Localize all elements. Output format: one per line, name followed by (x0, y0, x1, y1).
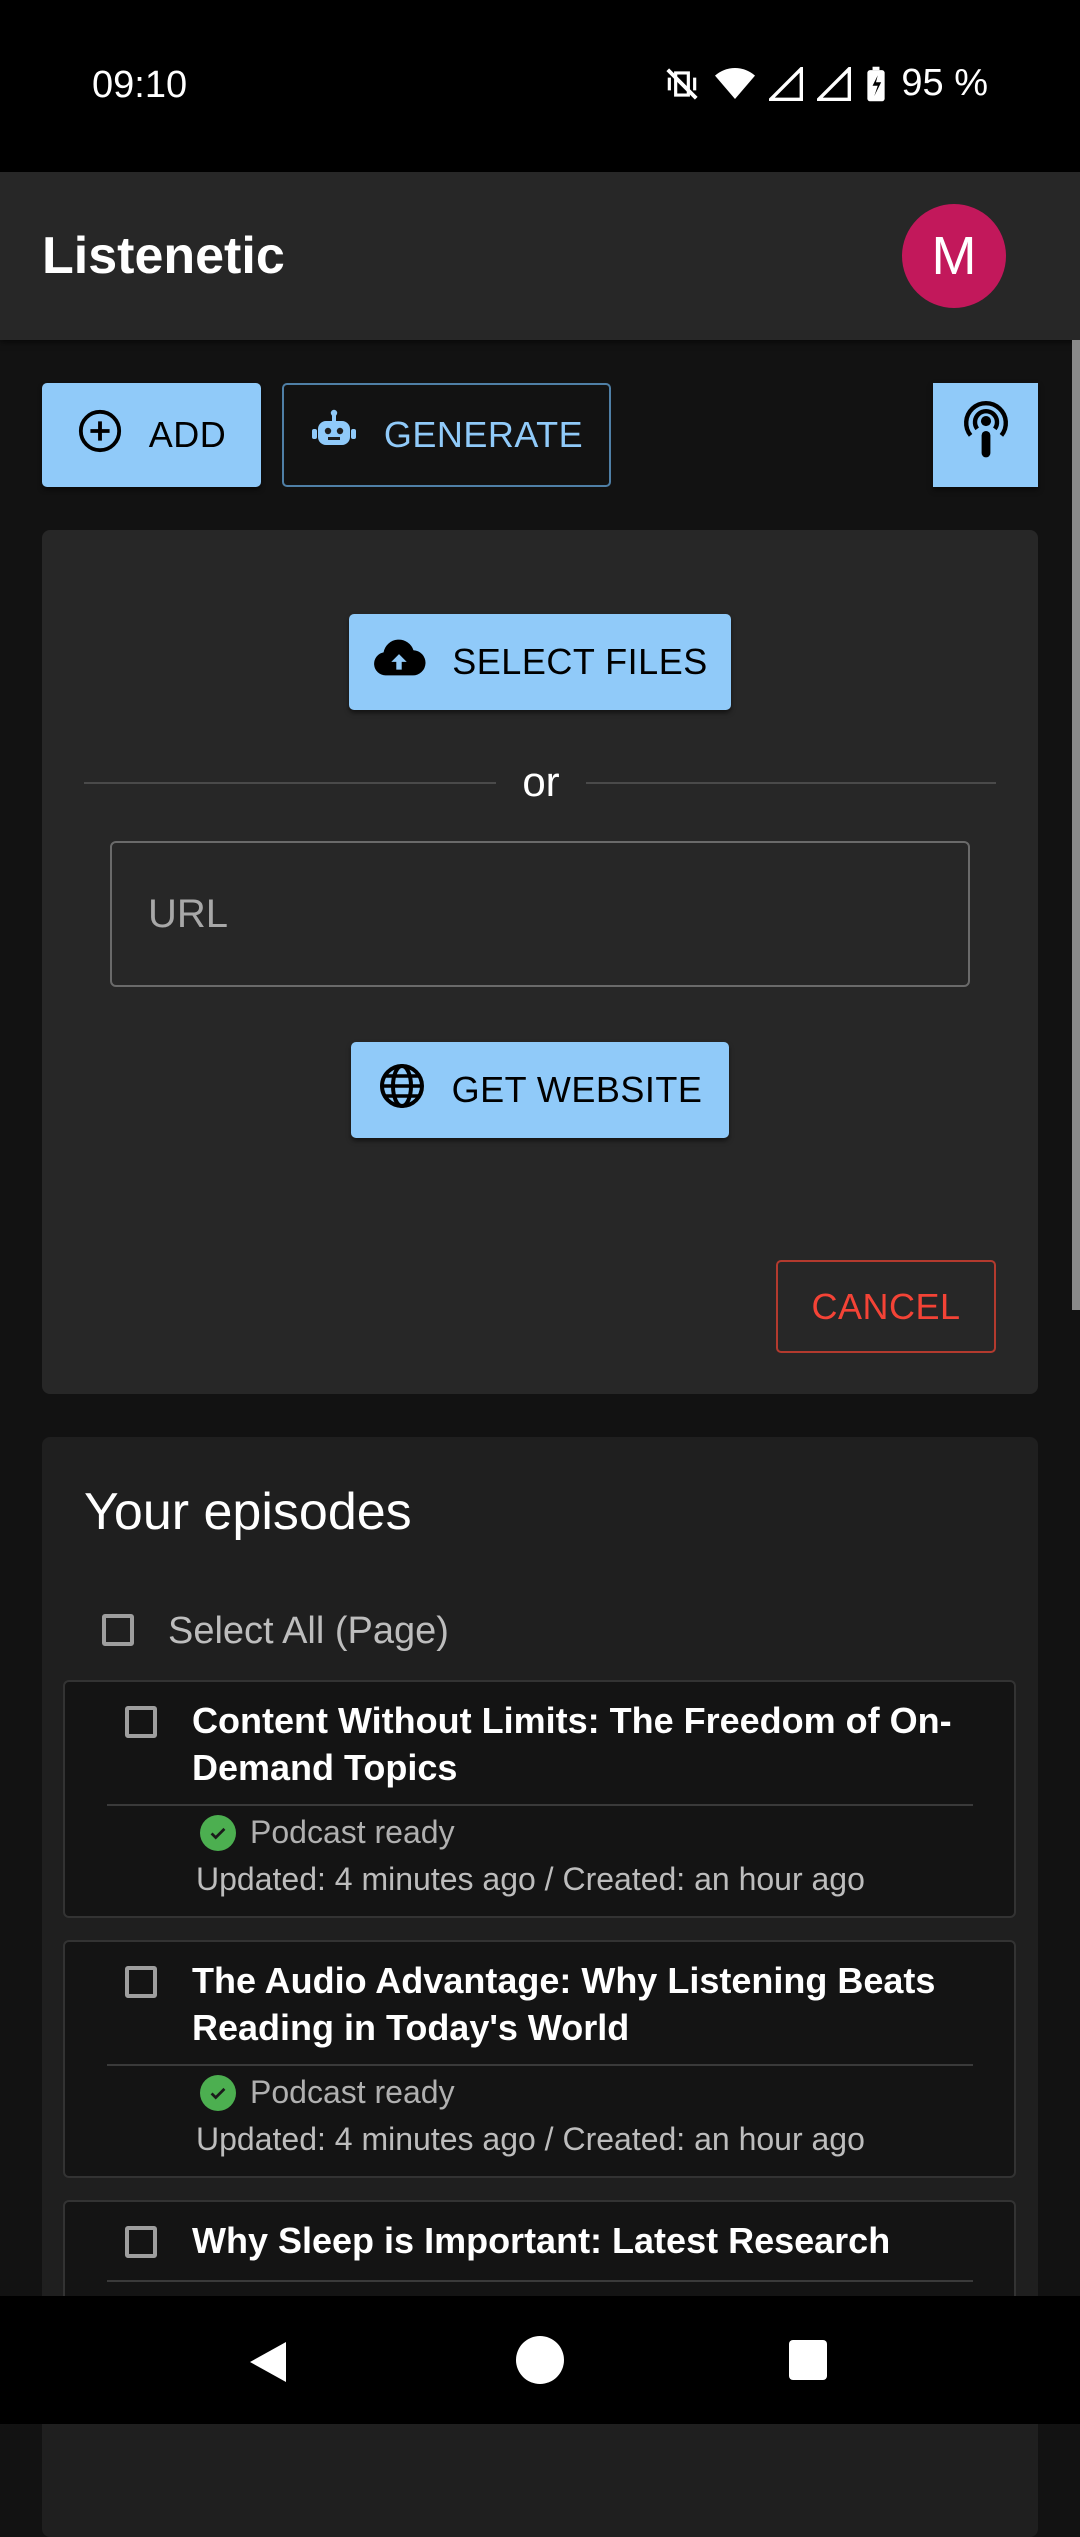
add-button[interactable]: ADD (42, 383, 261, 487)
add-label: ADD (148, 414, 227, 455)
scrollbar[interactable] (1072, 340, 1080, 1310)
or-divider: or (84, 758, 996, 808)
vibrate-off-icon (663, 65, 701, 103)
episode-title[interactable]: Why Sleep is Important: Latest Research (192, 2217, 992, 2264)
podcast-icon (959, 398, 1013, 473)
episode-dates: Updated: 4 minutes ago / Created: an hou… (196, 2121, 865, 2157)
episode-status: Podcast ready (200, 1814, 455, 1851)
or-text: or (522, 758, 560, 805)
get-website-label: GET WEBSITE (451, 1069, 703, 1110)
episode-dates: Updated: 4 minutes ago / Created: an hou… (196, 1861, 865, 1897)
robot-icon (310, 407, 358, 464)
app-title: Listenetic (42, 227, 285, 285)
url-input[interactable] (110, 841, 970, 987)
select-files-button[interactable]: SELECT FILES (349, 614, 731, 710)
divider-line (107, 2280, 973, 2282)
status-bar: 09:10 95 % (0, 0, 1080, 172)
add-circle-icon (77, 408, 123, 463)
divider-line (107, 2064, 973, 2066)
episode-item[interactable]: The Audio Advantage: Why Listening Beats… (63, 1940, 1016, 2178)
episodes-title: Your episodes (84, 1483, 412, 1541)
generate-label: GENERATE (383, 414, 584, 455)
app-bar: Listenetic M (0, 172, 1080, 340)
cancel-button[interactable]: CANCEL (776, 1260, 996, 1353)
recent-apps-icon[interactable] (789, 2340, 827, 2380)
select-all-label: Select All (Page) (168, 1610, 449, 1652)
back-icon[interactable] (246, 2338, 290, 2391)
signal-icon (769, 66, 804, 101)
divider-line (107, 1804, 973, 1806)
get-website-button[interactable]: GET WEBSITE (351, 1042, 729, 1138)
avatar[interactable]: M (902, 204, 1006, 308)
battery-charging-icon (865, 65, 887, 103)
divider-line (84, 782, 496, 784)
select-files-label: SELECT FILES (452, 641, 708, 682)
battery-percent: 95 % (901, 62, 988, 104)
select-all-checkbox[interactable] (102, 1614, 134, 1646)
episode-checkbox[interactable] (125, 2226, 157, 2258)
wifi-icon (715, 66, 756, 102)
cloud-upload-icon (372, 638, 426, 687)
episode-title[interactable]: The Audio Advantage: Why Listening Beats… (192, 1957, 992, 2051)
status-icons: 95 % (663, 62, 988, 105)
globe-icon (378, 1062, 426, 1119)
episode-checkbox[interactable] (125, 1706, 157, 1738)
episode-status-text: Podcast ready (250, 1814, 455, 1850)
check-circle-icon (200, 1814, 236, 1851)
episode-checkbox[interactable] (125, 1966, 157, 1998)
generate-button[interactable]: GENERATE (282, 383, 611, 487)
episode-status: Podcast ready (200, 2074, 455, 2111)
home-icon[interactable] (516, 2336, 564, 2384)
episode-title[interactable]: Content Without Limits: The Freedom of O… (192, 1697, 992, 1791)
check-circle-icon (200, 2074, 236, 2111)
episode-status-text: Podcast ready (250, 2074, 455, 2110)
podcast-button[interactable] (933, 383, 1038, 487)
signal-icon-2 (817, 66, 852, 101)
episode-item[interactable]: Content Without Limits: The Freedom of O… (63, 1680, 1016, 1918)
status-time: 09:10 (92, 64, 188, 106)
divider-line (586, 782, 996, 784)
